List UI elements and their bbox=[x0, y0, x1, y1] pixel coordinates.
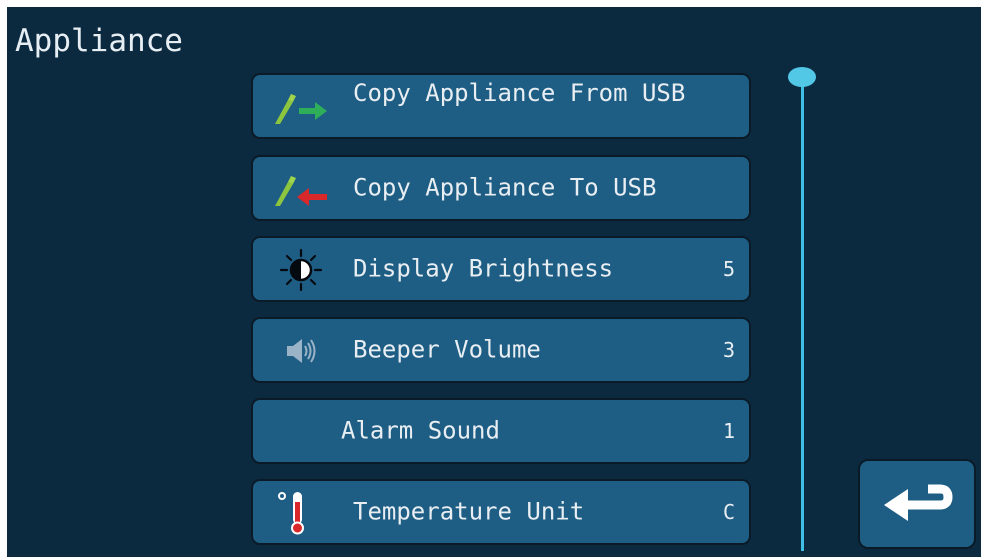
menu-item-label: Alarm Sound bbox=[341, 416, 500, 445]
temperature-unit-button[interactable]: Temperature Unit C bbox=[251, 479, 751, 545]
return-arrow-icon bbox=[884, 484, 953, 521]
speaker-icon bbox=[267, 328, 329, 374]
page-title: Appliance bbox=[15, 23, 183, 59]
appliance-screen: Appliance Copy Appliance From USB Copy A… bbox=[7, 7, 981, 557]
beeper-volume-button[interactable]: Beeper Volume 3 bbox=[251, 317, 751, 383]
back-button[interactable] bbox=[858, 459, 976, 549]
menu-item-label: Copy Appliance From USB bbox=[353, 79, 686, 107]
menu-item-value: C bbox=[722, 500, 735, 524]
display-brightness-button[interactable]: Display Brightness 5 bbox=[251, 236, 751, 302]
usb-import-icon bbox=[267, 84, 329, 130]
brightness-icon bbox=[267, 247, 329, 293]
menu-item-label: Temperature Unit bbox=[353, 497, 585, 526]
menu-item-value: 1 bbox=[722, 419, 735, 443]
menu-item-value: 3 bbox=[722, 338, 735, 362]
scrollbar-thumb[interactable] bbox=[788, 67, 816, 87]
alarm-sound-button[interactable]: Alarm Sound 1 bbox=[251, 398, 751, 464]
thermometer-icon bbox=[267, 490, 329, 536]
menu-item-label: Display Brightness bbox=[353, 254, 614, 283]
menu-item-value: 5 bbox=[722, 257, 735, 281]
usb-export-icon bbox=[267, 166, 329, 212]
scrollbar-track[interactable] bbox=[801, 79, 804, 551]
copy-appliance-to-usb-button[interactable]: Copy Appliance To USB bbox=[251, 155, 751, 221]
copy-appliance-from-usb-button[interactable]: Copy Appliance From USB bbox=[251, 73, 751, 139]
menu-item-label: Beeper Volume bbox=[353, 335, 541, 364]
menu-item-label: Copy Appliance To USB bbox=[353, 173, 657, 202]
